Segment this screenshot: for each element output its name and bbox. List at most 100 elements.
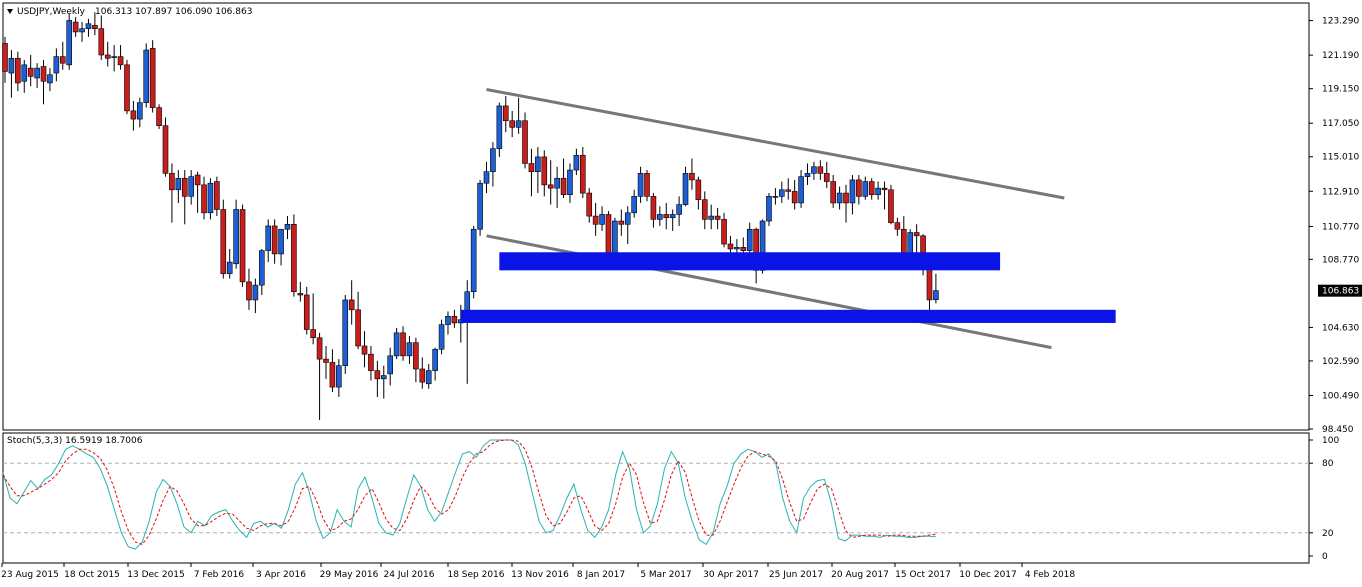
candle-bear [888, 189, 894, 223]
current-price-label: 106.863 [1322, 287, 1359, 297]
candle-bear [201, 184, 207, 214]
stoch-panel-frame [2, 432, 1310, 564]
candle-bear [169, 173, 175, 191]
candle-bear [303, 294, 310, 330]
candle-bull [779, 189, 785, 197]
candle-bull [111, 56, 117, 58]
price-tick-label: 98.450 [1322, 425, 1354, 435]
candle-bear [714, 215, 721, 220]
candle-bear [605, 214, 612, 258]
candle-bear [329, 362, 336, 388]
ohlc-label: 106.313 107.897 106.090 106.863 [95, 7, 252, 17]
candle-bear [130, 110, 137, 120]
candle-bull [21, 64, 28, 82]
candle-bull [233, 209, 239, 265]
candle-bear [740, 247, 747, 251]
x-tick-label: 24 Jul 2016 [384, 570, 435, 580]
candle-bear [817, 166, 824, 174]
candle-bear [27, 67, 34, 77]
candle-bull [766, 196, 772, 222]
x-tick-label: 29 May 2016 [320, 570, 379, 580]
candle-bull [573, 154, 580, 171]
candle-bull [933, 290, 939, 301]
candle-bear [502, 105, 509, 122]
x-tick-label: 13 Dec 2015 [127, 570, 185, 580]
x-tick-label: 18 Oct 2015 [64, 570, 120, 580]
candle-bull [207, 182, 214, 214]
candle-bear [791, 191, 798, 204]
candle-bear [727, 243, 734, 250]
candle-bull [772, 196, 779, 198]
candle-bear [104, 54, 111, 59]
candle-bear [560, 177, 567, 196]
candle-bull [143, 49, 150, 103]
price-tick-label: 102.590 [1322, 357, 1359, 367]
candle-bear [509, 120, 515, 128]
price-tick-label: 112.910 [1322, 187, 1359, 197]
candle-bull [669, 214, 676, 219]
candle-bear [368, 353, 374, 371]
candle-bear [823, 173, 830, 182]
candle-bear [451, 316, 458, 324]
candle-bull [862, 181, 869, 197]
stoch-label: Stoch(5,3,3) 16.5919 18.7006 [7, 436, 143, 446]
candle-bear [316, 337, 323, 360]
candle-bear [721, 219, 727, 245]
price-tick-label: 104.630 [1322, 323, 1359, 333]
candle-bear [374, 370, 381, 380]
chart-root: USDJPY,Weekly 106.313 107.897 106.090 10… [0, 0, 1362, 584]
candle-bear [541, 156, 548, 186]
candle-bear [695, 179, 702, 200]
candle-bear [586, 192, 593, 217]
candle-bear [194, 174, 201, 186]
stoch-tick-label: 20 [1322, 529, 1334, 539]
x-tick-label: 15 Oct 2017 [895, 570, 951, 580]
candle-bull [188, 176, 194, 197]
candle-bear [522, 120, 528, 164]
candle-bear [246, 281, 252, 301]
x-tick-label: 23 Aug 2015 [1, 570, 59, 580]
chart-canvas: USDJPY,Weekly 106.313 107.897 106.090 10… [0, 0, 1362, 584]
x-tick-label: 4 Feb 2018 [1025, 570, 1076, 580]
candle-bull [849, 179, 856, 204]
candle-bear [361, 345, 368, 355]
candle-bear [72, 21, 79, 33]
candle-bear [98, 28, 105, 56]
candle-bull [387, 355, 394, 375]
candle-bear [618, 220, 625, 225]
x-tick-label: 3 Apr 2016 [256, 570, 306, 580]
price-tick-label: 108.770 [1322, 255, 1359, 265]
price-tick-label: 100.490 [1322, 391, 1359, 401]
candle-bull [490, 148, 496, 172]
candle-bull [535, 156, 541, 172]
candle-bear [348, 299, 355, 311]
candle-bear [413, 342, 419, 370]
candle-bull [554, 177, 560, 189]
candle-bull [393, 332, 400, 357]
candle-bear [663, 214, 670, 219]
candle-bear [40, 66, 47, 82]
candle-bull [676, 204, 682, 215]
candle-bull [34, 67, 40, 79]
candle-bull [515, 120, 522, 128]
candle-bear [214, 181, 220, 210]
candle-bull [470, 228, 477, 293]
x-tick-label: 7 Feb 2016 [194, 570, 245, 580]
candle-bull [175, 177, 182, 191]
candle-bear [124, 64, 130, 112]
candle-bull [252, 284, 259, 301]
candle-bull [612, 220, 618, 258]
x-tick-label: 30 Apr 2017 [703, 570, 759, 580]
candle-bull [284, 224, 291, 230]
candle-bull [425, 370, 432, 385]
candle-bull [432, 348, 438, 371]
candle-bull [66, 20, 72, 66]
candle-bear [785, 189, 792, 192]
candle-bull [226, 261, 233, 274]
candle-bull [53, 56, 60, 74]
price-tick-label: 117.050 [1322, 119, 1359, 129]
candle-bull [798, 176, 804, 204]
candle-bear [310, 329, 316, 339]
candle-bear [291, 224, 297, 293]
candle-bull [8, 57, 15, 74]
